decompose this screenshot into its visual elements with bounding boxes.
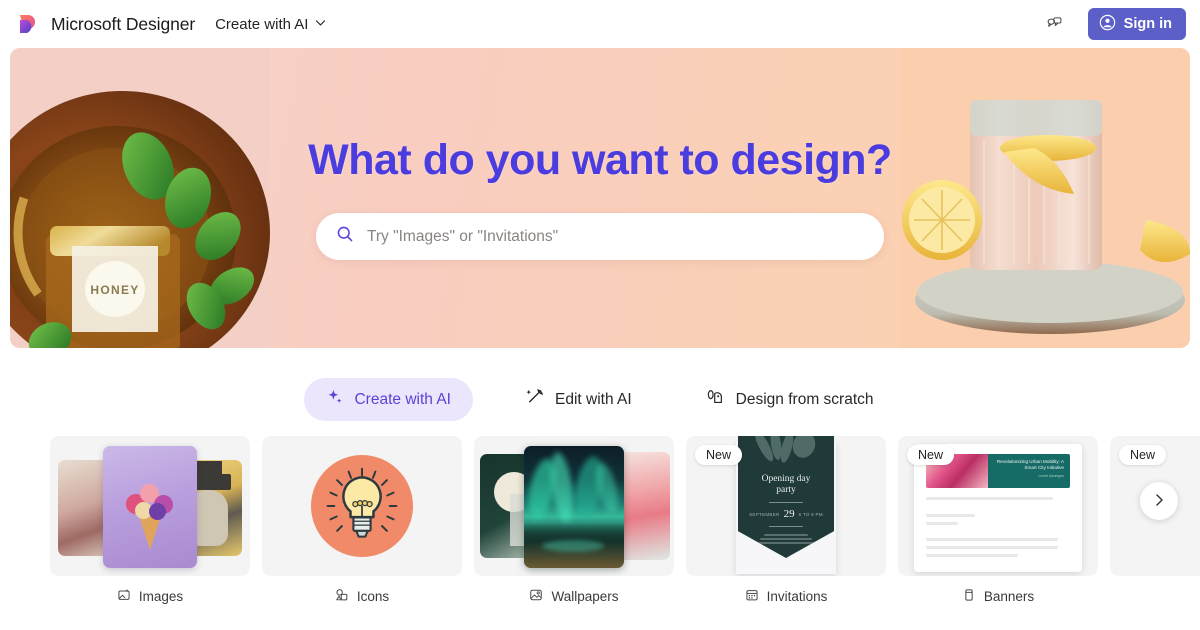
card-label-text: Wallpapers <box>551 589 619 604</box>
card-label-text: Icons <box>356 589 390 604</box>
card-label-text: Images <box>138 589 184 604</box>
card-invitations: New Opening day party SEPTEMBER 29 6 TO … <box>686 436 886 605</box>
calendar-icon <box>745 588 759 605</box>
banner-subtext: Lorem Ipsumgen <box>1038 474 1064 478</box>
wallpaper-thumb-center-aurora <box>524 446 624 568</box>
mode-tabs: Create with AI Edit with AI Design from … <box>0 377 1200 422</box>
template-card-row: Images Icons Wallpapers New Opening day … <box>0 436 1200 605</box>
card-tile-banners[interactable]: New Revolutionizing Urban Mobility: A Sm… <box>898 436 1098 576</box>
card-label-wallpapers[interactable]: Wallpapers <box>474 588 674 605</box>
nav-dropdown-label: Create with AI <box>215 15 309 33</box>
card-tile-icons[interactable] <box>262 436 462 576</box>
card-banners: New Revolutionizing Urban Mobility: A Sm… <box>898 436 1098 605</box>
invitation-title-2: party <box>776 485 796 495</box>
invitation-day: 29 <box>783 508 795 520</box>
badge-new: New <box>1119 445 1167 465</box>
hero-banner: HONEY What do you want to design? Try "I… <box>10 48 1190 348</box>
image-thumb-center-icecream <box>103 446 197 568</box>
tab-label: Create with AI <box>354 390 451 408</box>
card-label-text: Invitations <box>766 589 828 604</box>
card-images: Images <box>50 436 250 605</box>
card-label-text: Banners <box>983 589 1035 604</box>
template-carousel: Images Icons Wallpapers New Opening day … <box>0 436 1200 605</box>
magic-wand-icon <box>525 387 545 412</box>
banner-icon <box>962 588 976 605</box>
wallpaper-thumbnail-stack <box>474 436 674 576</box>
card-label-banners[interactable]: Banners <box>898 588 1098 605</box>
search-input[interactable]: Try "Images" or "Invitations" <box>316 213 884 260</box>
placeholder-line <box>926 514 975 517</box>
tab-create-with-ai[interactable]: Create with AI <box>304 378 473 421</box>
wallpaper-icon <box>529 588 543 605</box>
card-tile-invitations[interactable]: New Opening day party SEPTEMBER 29 6 TO … <box>686 436 886 576</box>
sign-in-button[interactable]: Sign in <box>1087 8 1186 40</box>
invitation-month: SEPTEMBER <box>749 511 780 517</box>
brand-name: Microsoft Designer <box>51 13 196 34</box>
person-circle-icon <box>1099 14 1116 35</box>
tab-edit-with-ai[interactable]: Edit with AI <box>503 377 654 422</box>
banner-text-block: Revolutionizing Urban Mobility: A Smart … <box>988 454 1070 488</box>
card-label-invitations[interactable]: Invitations <box>686 588 886 605</box>
brand[interactable]: Microsoft Designer <box>16 12 195 36</box>
search-icon <box>336 225 354 248</box>
invitation-time: 6 TO 9 PM <box>798 511 823 517</box>
scoops-shape <box>124 482 176 522</box>
badge-new: New <box>695 445 743 465</box>
nav-dropdown-create-with-ai[interactable]: Create with AI <box>215 16 327 33</box>
placeholder-line <box>926 538 1059 541</box>
image-sparkle-icon <box>117 588 131 605</box>
tab-label: Design from scratch <box>735 390 874 408</box>
card-icons: Icons <box>262 436 462 605</box>
images-thumbnail-stack <box>50 436 250 576</box>
tab-label: Edit with AI <box>554 390 632 408</box>
hero-center-content: What do you want to design? Try "Images"… <box>10 48 1190 348</box>
card-tile-images[interactable] <box>50 436 250 576</box>
badge-new: New <box>907 445 955 465</box>
divider <box>769 502 803 503</box>
search-placeholder-text: Try "Images" or "Invitations" <box>367 227 559 245</box>
top-bar: Microsoft Designer Create with AI Sign i… <box>0 0 1200 48</box>
page-title: What do you want to design? <box>308 136 892 184</box>
tab-design-from-scratch[interactable]: Design from scratch <box>684 377 896 422</box>
lightbulb-art <box>311 455 413 557</box>
top-bar-right: Sign in <box>1040 8 1186 40</box>
icons-icon <box>335 588 349 605</box>
card-tile-wallpapers[interactable] <box>474 436 674 576</box>
placeholder-line <box>926 554 1019 557</box>
placeholder-line <box>926 522 958 525</box>
card-wallpapers: Wallpapers <box>474 436 674 605</box>
invitation-date-row: SEPTEMBER 29 6 TO 9 PM <box>738 508 834 520</box>
feedback-chat-icon[interactable] <box>1040 9 1070 39</box>
sparkle-icon <box>326 388 344 411</box>
placeholder-line <box>926 497 1053 500</box>
sign-in-label: Sign in <box>1123 16 1172 32</box>
placeholder-line <box>926 546 1059 549</box>
banner-headline: Revolutionizing Urban Mobility: A Smart … <box>996 459 1064 470</box>
card-label-images[interactable]: Images <box>50 588 250 605</box>
microsoft-designer-logo-icon <box>16 12 40 36</box>
divider-2 <box>769 526 803 527</box>
chevron-down-icon <box>314 16 327 33</box>
chevron-right-icon <box>1151 492 1167 511</box>
shapes-icon <box>706 387 726 412</box>
carousel-next-button[interactable] <box>1140 482 1178 520</box>
card-label-icons[interactable]: Icons <box>262 588 462 605</box>
